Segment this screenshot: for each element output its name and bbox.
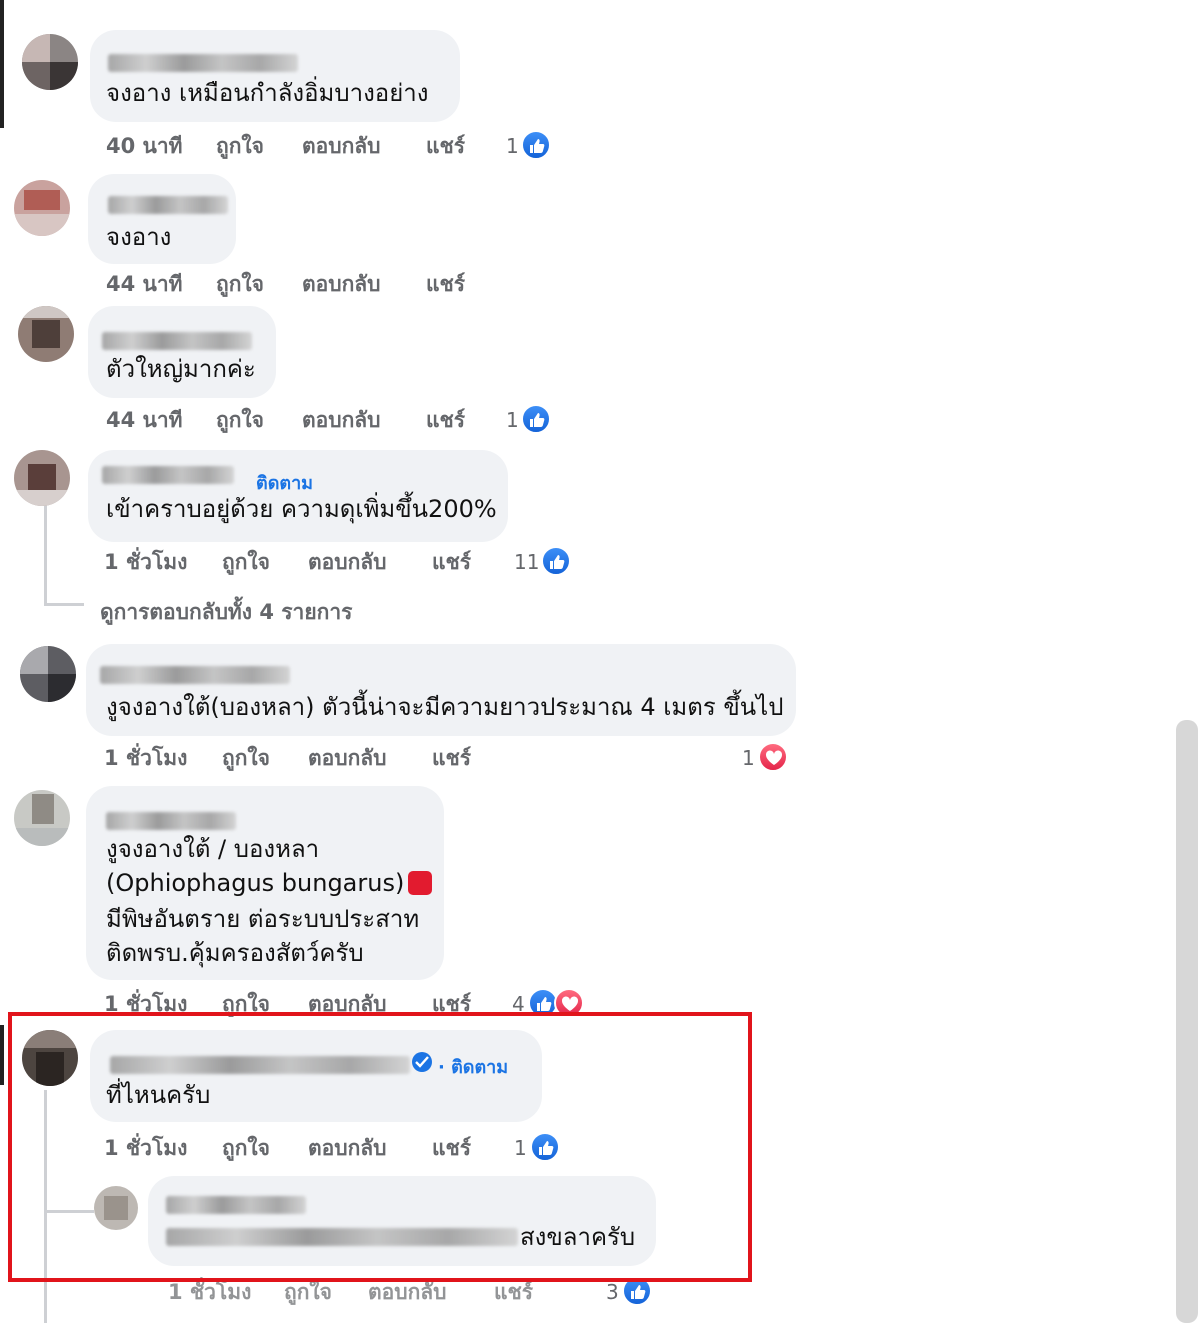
like-button[interactable]: ถูกใจ [216, 268, 264, 301]
reaction-count[interactable]: 3 [606, 1280, 619, 1304]
comment-time[interactable]: 1 ชั่วโมง [104, 546, 187, 579]
love-icon [758, 742, 788, 772]
reply-button[interactable]: ตอบกลับ [302, 404, 381, 437]
highlight-box [8, 1012, 752, 1282]
like-button[interactable]: ถูกใจ [216, 130, 264, 163]
comment-bubble: ตัวใหญ่มากค่ะ [88, 306, 276, 398]
avatar[interactable] [14, 790, 70, 846]
author-name-blurred[interactable] [108, 196, 228, 214]
avatar[interactable] [22, 34, 78, 90]
comment-bubble: จงอาง เหมือนกำลังอิ่มบางอย่าง [90, 30, 460, 122]
comment-text: ตัวใหญ่มากค่ะ [106, 355, 256, 383]
thread-line [44, 505, 47, 605]
thread-line [0, 1025, 4, 1085]
share-button[interactable]: แชร์ [426, 404, 465, 437]
like-icon [521, 130, 551, 160]
reaction-count[interactable]: 1 [506, 134, 519, 158]
author-name-blurred[interactable] [106, 812, 236, 830]
comment-time[interactable]: 44 นาที [106, 404, 183, 437]
comment-time[interactable]: 40 นาที [106, 130, 183, 163]
author-name-blurred[interactable] [102, 332, 252, 350]
comment-text-line: ติดพรบ.คุ้มครองสัตว์ครับ [106, 939, 364, 967]
avatar[interactable] [18, 306, 74, 362]
author-name-blurred[interactable] [108, 54, 298, 72]
like-button[interactable]: ถูกใจ [216, 404, 264, 437]
author-name-blurred[interactable] [102, 466, 234, 484]
comment-time[interactable]: 1 ชั่วโมง [104, 742, 187, 775]
comment-bubble: งูจงอางใต้(บองหลา) ตัวนี้น่าจะมีความยาวป… [86, 644, 796, 736]
comment-bubble: ติดตาม เข้าคราบอยู่ด้วย ความดุเพิ่มขึ้น2… [88, 450, 508, 542]
comment-text-line: งูจงอางใต้ / บองหลา [106, 835, 320, 863]
avatar[interactable] [14, 180, 70, 236]
reaction-count[interactable]: 11 [514, 550, 539, 574]
reaction-count[interactable]: 1 [506, 408, 519, 432]
like-button[interactable]: ถูกใจ [222, 742, 270, 775]
reply-button[interactable]: ตอบกลับ [302, 130, 381, 163]
reply-button[interactable]: ตอบกลับ [308, 546, 387, 579]
reply-button[interactable]: ตอบกลับ [302, 268, 381, 301]
author-name-blurred[interactable] [100, 666, 290, 684]
comment-text-line-content: (Ophiophagus bungarus) [106, 869, 405, 897]
scrollbar-thumb[interactable] [1176, 720, 1198, 1323]
comment-bubble: งูจงอางใต้ / บองหลา (Ophiophagus bungaru… [86, 786, 444, 980]
thread-line [0, 0, 4, 128]
share-button[interactable]: แชร์ [432, 742, 471, 775]
comment-time[interactable]: 44 นาที [106, 268, 183, 301]
thread-line [44, 603, 84, 606]
comment-bubble: จงอาง [88, 174, 236, 264]
view-replies-link[interactable]: ดูการตอบกลับทั้ง 4 รายการ [100, 596, 352, 629]
share-button[interactable]: แชร์ [432, 546, 471, 579]
share-button[interactable]: แชร์ [426, 130, 465, 163]
share-button[interactable]: แชร์ [426, 268, 465, 301]
avatar[interactable] [20, 646, 76, 702]
avatar[interactable] [14, 450, 70, 506]
reply-button[interactable]: ตอบกลับ [308, 742, 387, 775]
like-button[interactable]: ถูกใจ [222, 546, 270, 579]
reaction-count[interactable]: 1 [742, 746, 755, 770]
like-icon [521, 404, 551, 434]
like-icon [541, 546, 571, 576]
red-square-emoji-icon [408, 871, 433, 895]
comment-text-line: มีพิษอันตราย ต่อระบบประสาท [106, 905, 420, 933]
comment-text: จงอาง เหมือนกำลังอิ่มบางอย่าง [106, 79, 429, 107]
comment-text: งูจงอางใต้(บองหลา) ตัวนี้น่าจะมีความยาวป… [106, 693, 784, 721]
comment-text: จงอาง [106, 223, 172, 251]
comment-text: เข้าคราบอยู่ด้วย ความดุเพิ่มขึ้น200% [106, 495, 497, 523]
comment-text-line: (Ophiophagus bungarus) [106, 866, 433, 900]
